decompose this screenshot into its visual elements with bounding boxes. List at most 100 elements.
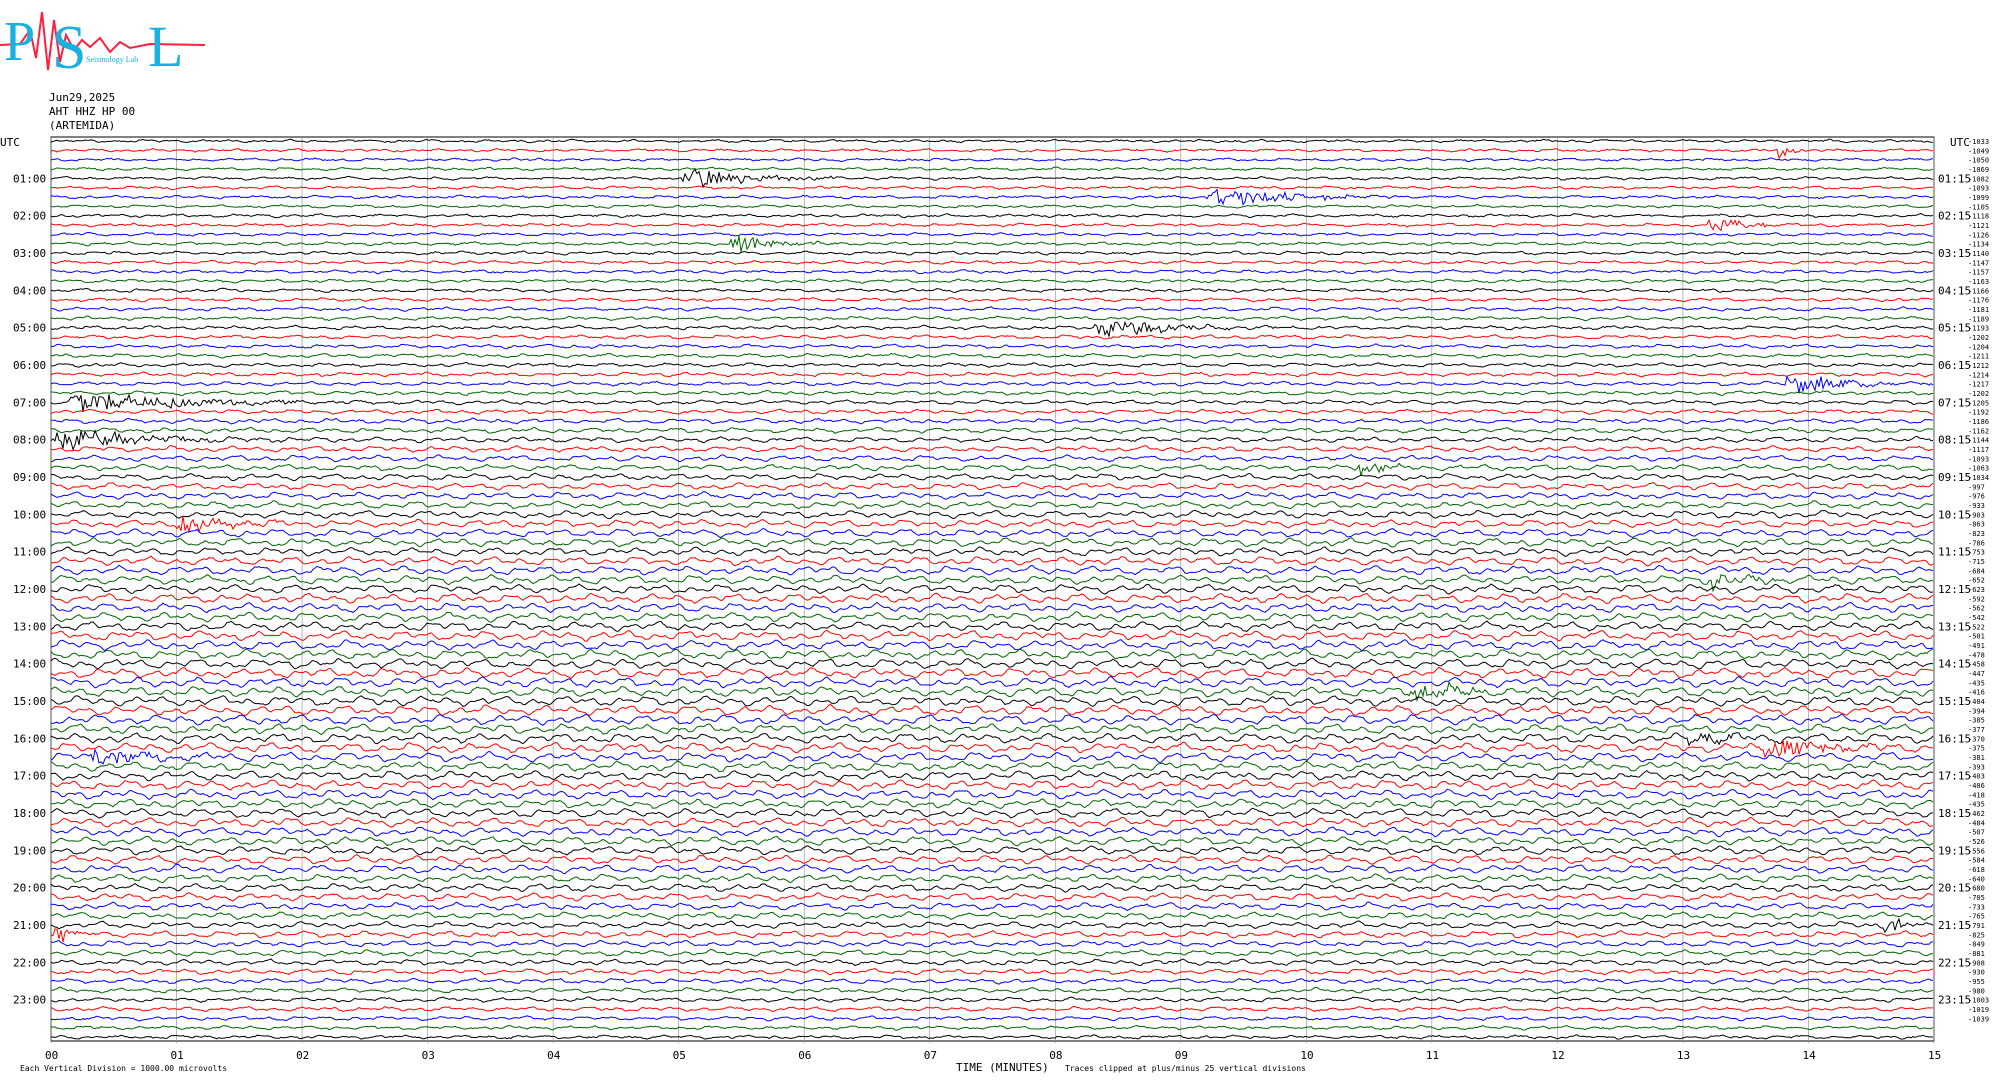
trace-offset-label: -1019 — [1968, 1006, 1989, 1014]
trace-row-77 — [50, 854, 1934, 865]
trace-row-61 — [50, 704, 1934, 717]
helicorder-chart: UTC UTC TIME (MINUTES) Each Vertical Div… — [0, 136, 1989, 1074]
trace-row-21 — [50, 334, 1934, 341]
trace-row-73 — [50, 816, 1934, 828]
trace-offset-label: -863 — [1968, 521, 1985, 529]
trace-row-10 — [51, 231, 1933, 237]
trace-offset-label: -1147 — [1968, 259, 1989, 267]
trace-offset-label: -1034 — [1968, 474, 1989, 482]
footer-clip-note: Traces clipped at plus/minus 25 vertical… — [1065, 1064, 1306, 1073]
left-hour-label: 07:00 — [13, 396, 46, 409]
trace-row-88 — [50, 958, 1934, 967]
left-hour-label: 09:00 — [13, 471, 46, 484]
trace-row-67 — [50, 760, 1934, 773]
trace-row-57 — [50, 666, 1934, 680]
trace-row-94 — [50, 1015, 1934, 1022]
trace-offset-label: -715 — [1968, 558, 1985, 566]
seismic-traces — [50, 138, 1934, 1040]
trace-row-12 — [50, 250, 1934, 256]
trace-row-22 — [50, 343, 1934, 350]
trace-row-63 — [50, 723, 1934, 736]
trace-row-33 — [50, 445, 1934, 453]
trace-row-47 — [50, 573, 1934, 593]
trace-offset-label: -1050 — [1968, 157, 1989, 165]
left-hour-label: 11:00 — [13, 546, 46, 559]
trace-offset-label: -418 — [1968, 791, 1985, 799]
trace-row-58 — [50, 675, 1934, 689]
trace-row-52 — [50, 620, 1934, 633]
right-hour-label: 22:15 — [1938, 956, 1971, 969]
trace-row-13 — [50, 259, 1934, 265]
trace-offset-label: -1162 — [1968, 427, 1989, 435]
trace-row-11 — [50, 235, 1934, 252]
trace-row-48 — [50, 583, 1934, 595]
trace-row-81 — [50, 892, 1934, 902]
trace-offset-label: -1176 — [1968, 297, 1989, 305]
right-hour-label: 14:15 — [1938, 658, 1971, 671]
trace-row-78 — [50, 863, 1934, 875]
trace-row-54 — [50, 639, 1934, 652]
trace-row-85 — [50, 928, 1934, 943]
trace-row-65 — [50, 739, 1934, 759]
trace-offset-label: -1163 — [1968, 278, 1989, 286]
trace-offset-label: -1033 — [1968, 138, 1989, 146]
trace-offset-label: -1093 — [1968, 185, 1989, 193]
trace-row-20 — [50, 320, 1934, 337]
trace-offset-label: -406 — [1968, 782, 1985, 790]
trace-row-72 — [50, 807, 1933, 819]
trace-offset-label: -823 — [1968, 530, 1985, 538]
trace-offset-label: -1193 — [1968, 325, 1989, 333]
x-axis-title: TIME (MINUTES) — [956, 1061, 1049, 1074]
trace-row-56 — [50, 657, 1934, 670]
trace-row-68 — [50, 769, 1934, 782]
x-tick-label: 07 — [924, 1049, 937, 1062]
trace-offset-label: -1134 — [1968, 241, 1989, 249]
trace-offset-label: -394 — [1968, 707, 1985, 715]
trace-offset-label: -1189 — [1968, 315, 1989, 323]
left-hour-label: 18:00 — [13, 807, 46, 820]
trace-offset-label: -385 — [1968, 717, 1985, 725]
left-hour-label: 06:00 — [13, 359, 46, 372]
trace-row-29 — [50, 408, 1934, 415]
x-tick-label: 04 — [547, 1049, 561, 1062]
trace-row-95 — [51, 1024, 1934, 1031]
right-hour-label: 11:15 — [1938, 546, 1971, 559]
trace-offset-label: -1202 — [1968, 390, 1989, 398]
trace-row-46 — [50, 564, 1934, 576]
trace-row-74 — [50, 826, 1934, 838]
left-hour-label: 02:00 — [13, 210, 46, 223]
trace-row-6 — [50, 188, 1934, 206]
trace-offset-label: -1205 — [1968, 399, 1989, 407]
right-hour-label: 08:15 — [1938, 434, 1971, 447]
trace-offset-label: -705 — [1968, 894, 1985, 902]
trace-row-83 — [50, 911, 1934, 921]
x-tick-label: 10 — [1300, 1049, 1313, 1062]
trace-offset-label: -1214 — [1968, 371, 1989, 379]
left-hour-label: 10:00 — [13, 508, 46, 521]
trace-row-70 — [50, 788, 1934, 801]
left-hour-label: 08:00 — [13, 434, 46, 447]
right-hour-label: 17:15 — [1938, 770, 1971, 783]
trace-offset-label: -435 — [1968, 679, 1985, 687]
trace-offset-label: -684 — [1968, 567, 1985, 575]
trace-row-26 — [50, 375, 1934, 394]
right-hour-label: 07:15 — [1938, 396, 1971, 409]
right-hour-label: 02:15 — [1938, 210, 1971, 223]
right-hour-label: 21:15 — [1938, 919, 1971, 932]
trace-offset-label: -1144 — [1968, 437, 1989, 445]
trace-offset-label: -447 — [1968, 670, 1985, 678]
left-hour-label: 03:00 — [13, 247, 46, 260]
right-hour-label: 09:15 — [1938, 471, 1971, 484]
trace-offset-label: -592 — [1968, 595, 1985, 603]
trace-row-39 — [50, 500, 1934, 510]
trace-offset-label: -491 — [1968, 642, 1985, 650]
trace-offset-label: -997 — [1968, 483, 1985, 491]
trace-offset-label: -1063 — [1968, 465, 1989, 473]
trace-row-8 — [50, 213, 1934, 219]
trace-row-35 — [50, 462, 1933, 477]
left-utc-label: UTC — [0, 136, 20, 149]
trace-row-84 — [50, 917, 1934, 934]
trace-offset-label: -1118 — [1968, 213, 1989, 221]
trace-row-37 — [50, 482, 1934, 491]
trace-row-92 — [50, 996, 1934, 1004]
